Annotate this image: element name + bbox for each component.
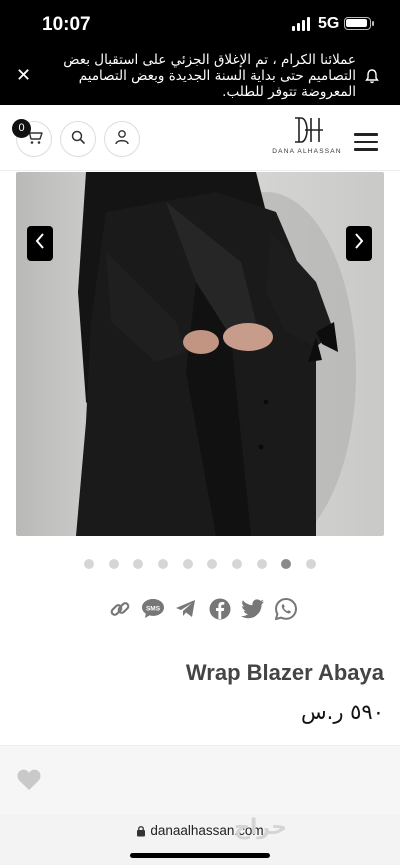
lock-icon bbox=[136, 825, 146, 840]
pagination-dot[interactable] bbox=[182, 559, 193, 569]
pagination-dot[interactable] bbox=[133, 559, 144, 569]
pagination-dot[interactable] bbox=[256, 559, 267, 569]
logo-text: DANA ALHASSAN bbox=[272, 148, 342, 155]
pagination-dot-active[interactable] bbox=[281, 559, 292, 569]
battery-icon bbox=[344, 17, 374, 30]
home-indicator[interactable] bbox=[130, 853, 270, 858]
gallery-pagination bbox=[84, 558, 316, 570]
pagination-dot[interactable] bbox=[207, 559, 218, 569]
search-icon bbox=[71, 130, 85, 149]
product-image[interactable] bbox=[16, 172, 384, 536]
sms-icon[interactable]: SMS bbox=[141, 597, 165, 621]
bell-icon bbox=[364, 68, 380, 84]
product-price: ٥٩٠ ر.س bbox=[301, 700, 384, 724]
chevron-left-icon bbox=[34, 233, 46, 254]
share-bar: SMS bbox=[108, 596, 298, 622]
link-icon[interactable] bbox=[108, 597, 132, 621]
browser-address-bar[interactable]: danaalhassan.com حراج bbox=[0, 815, 400, 865]
cart-count-badge: 0 bbox=[12, 119, 31, 138]
search-button[interactable] bbox=[60, 121, 96, 157]
close-icon[interactable]: ✕ bbox=[16, 66, 31, 84]
product-title: Wrap Blazer Abaya bbox=[185, 660, 384, 685]
abaya-photo bbox=[76, 172, 356, 536]
pagination-dot[interactable] bbox=[157, 559, 168, 569]
pagination-dot[interactable] bbox=[108, 559, 119, 569]
heart-icon[interactable] bbox=[16, 768, 42, 797]
account-button[interactable] bbox=[104, 121, 140, 157]
gallery-prev-button[interactable] bbox=[27, 226, 53, 261]
sms-label: SMS bbox=[146, 605, 161, 612]
logo-mark-icon bbox=[295, 117, 323, 143]
pagination-dot[interactable] bbox=[231, 559, 242, 569]
brand-logo[interactable]: DANA ALHASSAN bbox=[272, 115, 342, 155]
product-actions bbox=[0, 745, 400, 815]
twitter-icon[interactable] bbox=[240, 597, 265, 621]
network-type: 5G bbox=[318, 15, 340, 32]
gallery-next-button[interactable] bbox=[346, 226, 372, 261]
hamburger-menu-icon[interactable] bbox=[354, 133, 378, 151]
site-header: 0 DANA ALHASSAN bbox=[0, 105, 400, 171]
announcement-bar: ✕ عملائنا الكرام ، تم الإغلاق الجزئي على… bbox=[0, 48, 400, 105]
telegram-icon[interactable] bbox=[174, 597, 198, 621]
signal-icon bbox=[292, 17, 310, 31]
pagination-dot[interactable] bbox=[305, 559, 316, 569]
facebook-icon[interactable] bbox=[208, 597, 232, 621]
chevron-right-icon bbox=[353, 233, 365, 254]
whatsapp-icon[interactable] bbox=[274, 597, 298, 621]
user-icon bbox=[114, 129, 130, 150]
status-bar: 10:07 5G bbox=[0, 0, 400, 48]
pagination-dot[interactable] bbox=[84, 559, 94, 569]
announcement-message: عملائنا الكرام ، تم الإغلاق الجزئي على ا… bbox=[63, 52, 356, 100]
status-time: 10:07 bbox=[42, 14, 91, 35]
watermark-logo: حراج bbox=[234, 815, 287, 840]
